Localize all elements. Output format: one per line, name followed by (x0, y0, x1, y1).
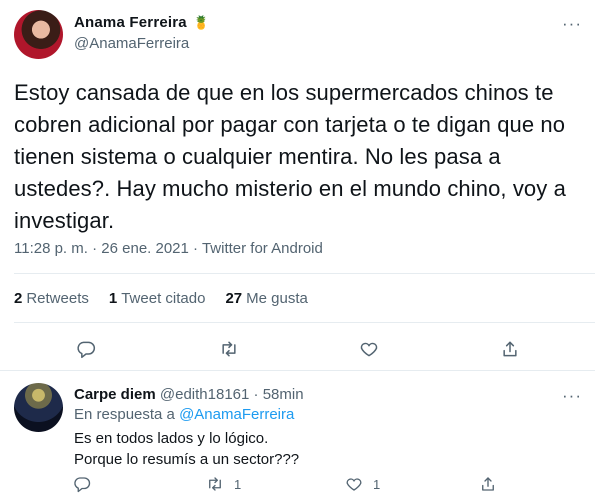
in-reply-prefix: En respuesta a (74, 406, 175, 423)
reply-text: Es en todos lados y lo lógico. Porque lo… (74, 428, 299, 470)
reply-retweet-button[interactable]: 1 (206, 472, 241, 496)
in-reply-to: En respuesta a @AnamaFerreira (74, 406, 294, 423)
reply-text-line-1: Es en todos lados y lo lógico. (74, 430, 269, 447)
reply-icon[interactable] (73, 336, 99, 362)
tweet-text: Estoy cansada de que en los supermercado… (14, 80, 566, 233)
tweet-source[interactable]: Twitter for Android (202, 240, 323, 257)
divider (0, 370, 595, 371)
reply-action-bar: 1 1 (0, 472, 595, 496)
reply-reply-icon[interactable] (73, 472, 91, 496)
reply-header: Carpe diem @edith18161 · 58min (74, 386, 304, 403)
reply-time[interactable]: 58min (263, 386, 304, 403)
reply-retweet-count: 1 (234, 476, 242, 492)
heart-icon[interactable] (356, 336, 382, 362)
author-handle[interactable]: @AnamaFerreira (74, 35, 189, 52)
likes-stat[interactable]: 27 Me gusta (225, 290, 307, 307)
quotes-stat[interactable]: 1 Tweet citado (109, 290, 206, 307)
retweet-icon[interactable] (216, 336, 242, 362)
retweets-stat[interactable]: 2 Retweets (14, 290, 89, 307)
reply-author-avatar[interactable] (14, 383, 63, 432)
more-options-icon[interactable]: ··· (562, 14, 582, 34)
tweet-meta: 11:28 p. m. · 26 ene. 2021 · Twitter for… (14, 240, 323, 257)
meta-separator-2: · (193, 240, 199, 257)
author-avatar[interactable] (14, 10, 63, 59)
reply-more-options-icon[interactable]: ··· (562, 386, 582, 406)
reply-text-line-2: Porque lo resumís a un sector??? (74, 451, 300, 468)
reply-author-handle[interactable]: @edith18161 (160, 386, 249, 403)
pineapple-emoji: 🍍 (193, 15, 210, 30)
tweet-stats: 2 Retweets 1 Tweet citado 27 Me gusta (14, 290, 308, 307)
reply-heart-icon (346, 478, 362, 491)
reply-share-icon[interactable] (479, 472, 497, 496)
tweet-action-bar (0, 336, 595, 362)
author-name-text: Anama Ferreira (74, 14, 187, 31)
in-reply-mention[interactable]: @AnamaFerreira (179, 406, 294, 423)
tweet-date[interactable]: 26 ene. 2021 (101, 240, 189, 257)
reply-like-count: 1 (373, 476, 381, 492)
tweet-time[interactable]: 11:28 p. m. (14, 240, 88, 257)
reply-author-name[interactable]: Carpe diem (74, 386, 156, 403)
divider (14, 273, 595, 274)
share-icon[interactable] (497, 336, 523, 362)
reply-separator: · (253, 386, 259, 403)
reply-retweet-icon (209, 477, 221, 491)
author-name[interactable]: Anama Ferreira 🍍 (74, 14, 210, 31)
divider (14, 322, 595, 323)
reply-like-button[interactable]: 1 (345, 472, 380, 496)
meta-separator: · (92, 240, 98, 257)
